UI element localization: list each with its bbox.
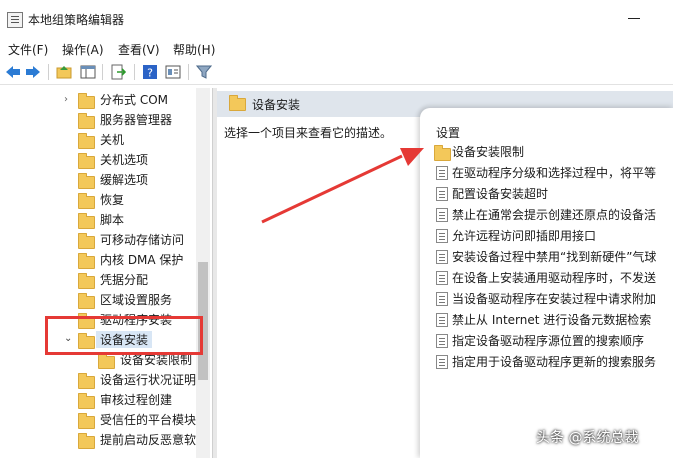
policy-setting-icon (436, 250, 448, 264)
folder-icon (78, 213, 95, 229)
forward-icon[interactable] (25, 64, 41, 80)
setting-row[interactable]: 在驱动程序分级和选择过程中，将平等 (434, 163, 673, 183)
settings-folder-row[interactable]: 设备安装限制 (434, 142, 673, 162)
folder-icon (78, 253, 95, 269)
setting-row[interactable]: 指定设备驱动程序源位置的搜索顺序 (434, 331, 673, 351)
policy-setting-icon (436, 292, 448, 306)
folder-icon (78, 433, 95, 449)
toolbar-separator (48, 64, 49, 80)
folder-icon (78, 193, 95, 209)
tree-item[interactable]: 提前启动反恶意软 (78, 430, 196, 450)
folder-icon (78, 233, 95, 249)
menu-action[interactable]: 操作(A) (62, 41, 104, 58)
watermark-text: 头条 @系统总裁 (536, 430, 639, 446)
menu-help[interactable]: 帮助(H) (173, 41, 215, 58)
folder-icon (78, 173, 95, 189)
policy-setting-icon (436, 271, 448, 285)
folder-icon (78, 113, 95, 129)
toolbar-separator (102, 64, 103, 80)
folder-icon (78, 153, 95, 169)
setting-row[interactable]: 当设备驱动程序在安装过程中请求附加 (434, 289, 673, 309)
toolbar-separator (134, 64, 135, 80)
folder-icon (78, 393, 95, 409)
export-icon[interactable] (110, 64, 126, 80)
show-tree-icon[interactable] (80, 64, 96, 80)
policy-setting-icon (436, 229, 448, 243)
folder-icon (78, 133, 95, 149)
folder-icon (78, 93, 95, 109)
description-text: 选择一个项目来查看它的描述。 (224, 126, 393, 140)
annotation-highlight-box (45, 316, 203, 355)
policy-setting-icon (436, 355, 448, 369)
folder-icon (78, 413, 95, 429)
minimize-button[interactable] (628, 18, 640, 19)
properties-icon[interactable] (165, 64, 181, 80)
setting-row[interactable]: 安装设备过程中禁用“找到新硬件”气球 (434, 247, 673, 267)
policy-setting-icon (436, 313, 448, 327)
folder-icon (78, 293, 95, 309)
setting-row[interactable]: 配置设备安装超时 (434, 184, 673, 204)
window-title: 本地组策略编辑器 (28, 13, 125, 27)
policy-setting-icon (436, 208, 448, 222)
folder-icon (98, 353, 115, 369)
menu-file[interactable]: 文件(F) (8, 41, 48, 58)
settings-column-header[interactable]: 设置 (436, 124, 460, 141)
up-folder-icon[interactable] (56, 64, 72, 80)
folder-icon (434, 145, 451, 161)
details-header-title: 设备安装 (252, 98, 301, 112)
app-icon (7, 12, 23, 28)
help-icon[interactable]: ? (142, 64, 158, 80)
folder-icon (78, 373, 95, 389)
svg-text:?: ? (147, 67, 153, 80)
folder-icon (229, 95, 246, 111)
setting-row[interactable]: 指定用于设备驱动程序更新的搜索服务 (434, 352, 673, 372)
back-icon[interactable] (5, 64, 21, 80)
setting-row[interactable]: 禁止从 Internet 进行设备元数据检索 (434, 310, 673, 330)
tree-item[interactable]: 受信任的平台模块 (78, 410, 196, 430)
policy-setting-icon (436, 334, 448, 348)
toolbar-separator (188, 64, 189, 80)
toolbar (0, 60, 673, 85)
filter-icon[interactable] (196, 64, 212, 80)
folder-icon (78, 273, 95, 289)
setting-row[interactable]: 允许远程访问即插即用接口 (434, 226, 673, 246)
setting-row[interactable]: 禁止在通常会提示创建还原点的设备活 (434, 205, 673, 225)
policy-setting-icon (436, 166, 448, 180)
menu-view[interactable]: 查看(V) (118, 41, 160, 58)
policy-setting-icon (436, 187, 448, 201)
setting-row[interactable]: 在设备上安装通用驱动程序时，不发送 (434, 268, 673, 288)
chevron-right-icon[interactable]: › (64, 90, 68, 110)
